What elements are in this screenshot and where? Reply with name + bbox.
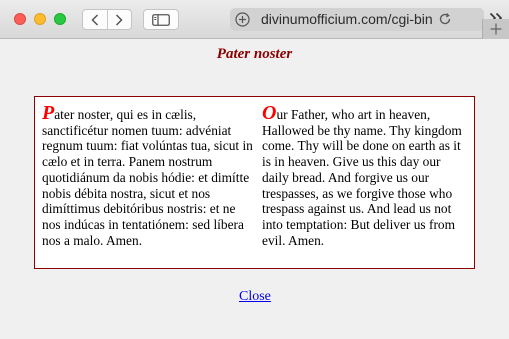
chevron-left-icon bbox=[91, 13, 98, 26]
plus-icon bbox=[490, 23, 502, 35]
close-link[interactable]: Close bbox=[239, 289, 271, 305]
url-text: divinumofficium.com/cgi-bin bbox=[261, 11, 433, 27]
new-tab-button[interactable] bbox=[482, 19, 509, 39]
close-window-button[interactable] bbox=[14, 13, 26, 25]
page-content: Pater noster Pater noster, qui es in cæl… bbox=[0, 39, 509, 339]
shield-icon bbox=[235, 12, 250, 27]
page-title: Pater noster bbox=[216, 46, 293, 62]
back-button[interactable] bbox=[83, 10, 107, 29]
sidebar-button[interactable] bbox=[143, 9, 179, 30]
navigation-buttons bbox=[82, 9, 132, 30]
english-initial: O bbox=[262, 102, 277, 124]
latin-initial: P bbox=[42, 102, 55, 124]
browser-toolbar: divinumofficium.com/cgi-bin bbox=[0, 0, 509, 39]
forward-button[interactable] bbox=[106, 10, 132, 29]
prayer-text-box: Pater noster, qui es in cælis, sanctific… bbox=[34, 96, 475, 269]
sidebar-icon bbox=[152, 13, 170, 26]
latin-text-body: ater noster, qui es in cælis, sanctificé… bbox=[42, 107, 253, 248]
reload-icon[interactable] bbox=[438, 12, 452, 26]
english-prayer-text: Our Father, who art in heaven, Hallowed … bbox=[262, 103, 470, 248]
address-bar[interactable]: divinumofficium.com/cgi-bin bbox=[230, 8, 484, 31]
english-text-body: ur Father, who art in heaven, Hallowed b… bbox=[262, 107, 462, 248]
zoom-window-button[interactable] bbox=[54, 13, 66, 25]
minimize-window-button[interactable] bbox=[34, 13, 46, 25]
latin-prayer-text: Pater noster, qui es in cælis, sanctific… bbox=[42, 103, 256, 248]
chevron-right-icon bbox=[116, 13, 123, 26]
